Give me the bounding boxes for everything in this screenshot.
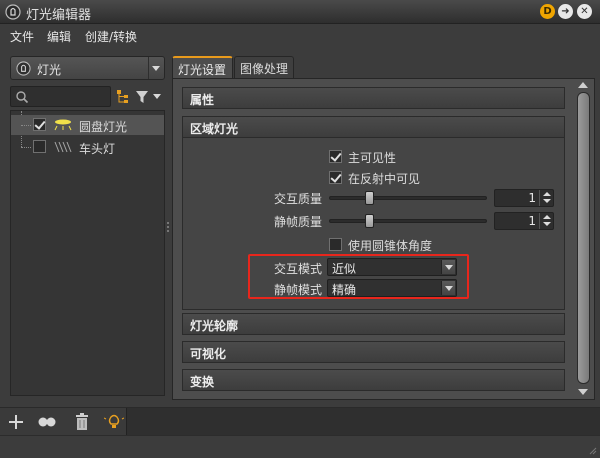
chevron-down-icon bbox=[152, 66, 160, 71]
tree-item-checkbox[interactable] bbox=[33, 118, 46, 131]
tree-item-headlight[interactable]: 车头灯 bbox=[11, 137, 164, 157]
window-title: 灯光编辑器 bbox=[26, 8, 92, 23]
scrollbar-thumb[interactable] bbox=[577, 92, 590, 384]
menu-bar: 文件 编辑 创建/转换 bbox=[0, 24, 600, 46]
toolbar-empty-area bbox=[126, 408, 600, 436]
scroll-up-arrow-icon[interactable] bbox=[578, 82, 588, 88]
interactive-quality-label: 交互质量 bbox=[273, 192, 322, 206]
help-button[interactable]: D bbox=[540, 4, 555, 19]
section-title: 可视化 bbox=[190, 347, 227, 361]
menu-create-convert[interactable]: 创建/转换 bbox=[85, 28, 137, 45]
spin-arrows-icon[interactable] bbox=[539, 190, 553, 206]
search-toolbar bbox=[10, 86, 165, 108]
resize-grip-icon[interactable] bbox=[587, 445, 597, 455]
main-visibility-label: 主可见性 bbox=[348, 151, 397, 165]
tree-item-checkbox[interactable] bbox=[33, 140, 46, 153]
search-input[interactable] bbox=[10, 86, 111, 107]
add-icon[interactable] bbox=[6, 413, 26, 431]
hierarchy-icon[interactable] bbox=[115, 88, 131, 105]
tree-connector-h bbox=[21, 147, 31, 148]
next-arrow-button[interactable]: ➜ bbox=[558, 4, 573, 19]
tree-item-disc-light[interactable]: 圆盘灯光 bbox=[11, 115, 164, 135]
filter-icon[interactable] bbox=[134, 88, 150, 105]
section-title: 属性 bbox=[190, 93, 215, 107]
spin-arrows-icon[interactable] bbox=[539, 213, 553, 229]
section-title: 变换 bbox=[190, 375, 215, 389]
tab-light-settings[interactable]: 灯光设置 bbox=[172, 56, 233, 78]
light-bulb-icon bbox=[16, 61, 31, 76]
interactive-quality-slider-thumb[interactable] bbox=[365, 191, 374, 205]
use-cone-angle-checkbox[interactable] bbox=[329, 238, 342, 251]
interactive-quality-slider[interactable] bbox=[329, 196, 487, 200]
close-button[interactable]: ✕ bbox=[577, 4, 592, 19]
settings-scrollbar[interactable] bbox=[574, 78, 593, 399]
disc-light-icon bbox=[54, 119, 72, 131]
still-quality-slider[interactable] bbox=[329, 219, 487, 223]
delete-trash-icon[interactable] bbox=[72, 413, 92, 431]
section-attributes[interactable]: 属性 bbox=[182, 87, 565, 109]
interactive-quality-value: 1 bbox=[528, 191, 536, 205]
still-quality-value: 1 bbox=[528, 214, 536, 228]
light-editor-app-icon bbox=[5, 4, 21, 20]
light-type-select[interactable]: 灯光 bbox=[10, 56, 165, 80]
tree-item-label: 圆盘灯光 bbox=[79, 120, 128, 134]
interactive-quality-spinbox[interactable]: 1 bbox=[494, 189, 554, 207]
splitter-handle[interactable] bbox=[167, 222, 170, 236]
main-visibility-checkbox[interactable] bbox=[329, 150, 342, 163]
section-title: 区域灯光 bbox=[190, 122, 239, 136]
visible-in-reflection-label: 在反射中可见 bbox=[348, 172, 421, 186]
duplicate-icon[interactable] bbox=[37, 413, 57, 431]
still-quality-spinbox[interactable]: 1 bbox=[494, 212, 554, 230]
use-cone-angle-label: 使用圆锥体角度 bbox=[348, 239, 433, 253]
title-bar[interactable]: 灯光编辑器 D ➜ ✕ bbox=[0, 0, 600, 24]
section-visualization[interactable]: 可视化 bbox=[182, 341, 565, 363]
visible-in-reflection-checkbox[interactable] bbox=[329, 171, 342, 184]
menu-file[interactable]: 文件 bbox=[10, 28, 34, 45]
section-light-profile[interactable]: 灯光轮廓 bbox=[182, 313, 565, 335]
tree-connector-h bbox=[21, 125, 31, 126]
still-quality-slider-thumb[interactable] bbox=[365, 214, 374, 228]
still-quality-label: 静帧质量 bbox=[273, 215, 322, 229]
tab-image-processing[interactable]: 图像处理 bbox=[234, 56, 294, 78]
headlight-icon bbox=[54, 141, 72, 153]
status-bar bbox=[0, 435, 600, 458]
search-icon bbox=[16, 91, 29, 104]
light-type-value: 灯光 bbox=[37, 63, 62, 77]
section-transform[interactable]: 变换 bbox=[182, 369, 565, 391]
tree-item-label: 车头灯 bbox=[79, 142, 116, 156]
section-title: 灯光轮廓 bbox=[190, 319, 239, 333]
highlight-annotation-box bbox=[248, 254, 469, 299]
bottom-toolbar bbox=[0, 407, 600, 436]
light-tree: 圆盘灯光 车头灯 bbox=[10, 110, 165, 396]
menu-edit[interactable]: 编辑 bbox=[47, 28, 71, 45]
section-area-light[interactable]: 区域灯光 bbox=[182, 116, 565, 138]
light-type-dropdown-arrow[interactable] bbox=[148, 57, 164, 79]
filter-dropdown-chevron-icon[interactable] bbox=[153, 94, 161, 99]
light-bulb-toggle-icon[interactable] bbox=[104, 413, 124, 431]
scroll-down-arrow-icon[interactable] bbox=[578, 389, 588, 395]
